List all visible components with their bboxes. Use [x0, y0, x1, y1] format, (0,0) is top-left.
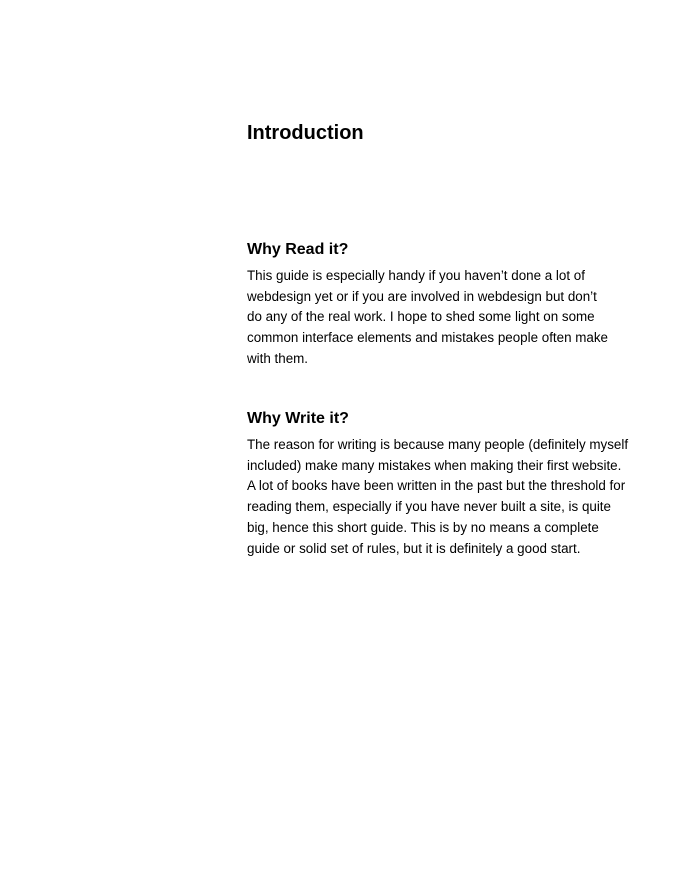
body-line: included) make many mistakes when making…: [247, 457, 622, 473]
body-line: reading them, especially if you have nev…: [247, 499, 611, 515]
section-heading: Why Read it?: [247, 241, 349, 258]
section-heading: Why Write it?: [247, 410, 349, 427]
section-why-write: Why Write it? The reason for writing is …: [247, 409, 642, 559]
body-line: do any of the real work. I hope to shed …: [247, 309, 595, 325]
body-line: guide or solid set of rules, but it is d…: [247, 540, 581, 556]
body-line: with them.: [247, 350, 309, 366]
body-line: big, hence this short guide. This is by …: [247, 519, 599, 535]
body-line: common interface elements and mistakes p…: [247, 330, 608, 346]
body-line: webdesign yet or if you are involved in …: [247, 288, 597, 304]
body-line: This guide is especially handy if you ha…: [247, 268, 585, 283]
body-line: The reason for writing is because many p…: [247, 437, 629, 452]
section-body: This guide is especially handy if you ha…: [247, 266, 642, 370]
body-line: A lot of books have been written in the …: [247, 478, 626, 494]
page-title: Introduction: [247, 122, 364, 144]
section-why-read: Why Read it? This guide is especially ha…: [247, 240, 642, 370]
section-body: The reason for writing is because many p…: [247, 435, 642, 559]
